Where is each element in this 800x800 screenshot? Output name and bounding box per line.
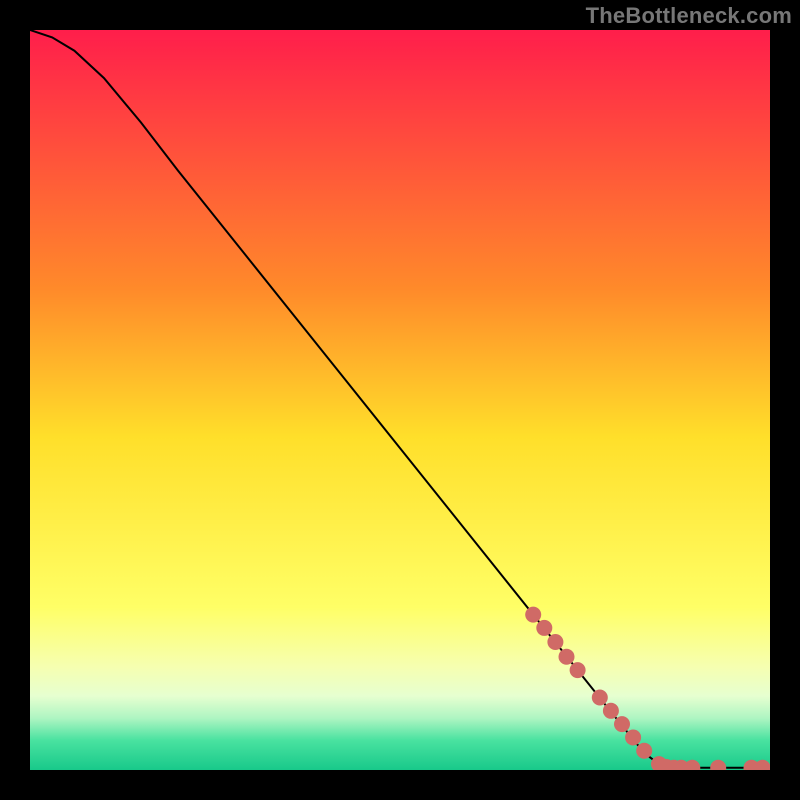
scatter-point bbox=[603, 703, 619, 719]
chart-svg bbox=[30, 30, 770, 770]
plot-area bbox=[30, 30, 770, 770]
scatter-point bbox=[547, 634, 563, 650]
scatter-point bbox=[559, 649, 575, 665]
scatter-point bbox=[636, 743, 652, 759]
chart-frame: TheBottleneck.com bbox=[0, 0, 800, 800]
scatter-point bbox=[525, 607, 541, 623]
gradient-background bbox=[30, 30, 770, 770]
scatter-point bbox=[536, 620, 552, 636]
scatter-point bbox=[614, 716, 630, 732]
scatter-point bbox=[592, 689, 608, 705]
watermark-text: TheBottleneck.com bbox=[586, 3, 792, 29]
scatter-point bbox=[625, 729, 641, 745]
scatter-point bbox=[570, 662, 586, 678]
